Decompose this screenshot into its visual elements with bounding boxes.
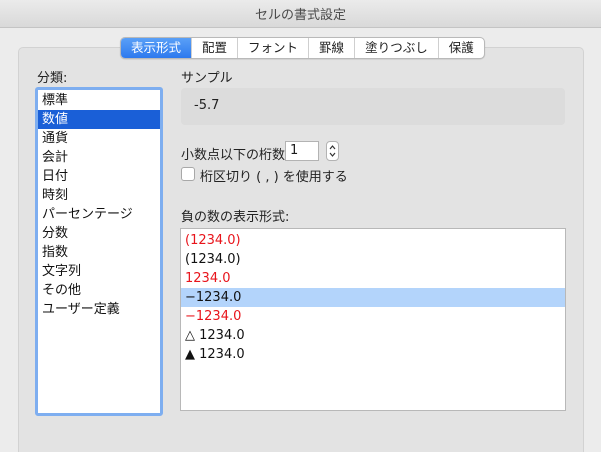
chevron-up-icon[interactable] — [329, 145, 336, 150]
chevron-down-icon[interactable] — [329, 152, 336, 157]
negative-format-label: 負の数の表示形式: — [181, 210, 290, 225]
negative-format-item[interactable]: △ 1234.0 — [181, 326, 565, 345]
sample-value: -5.7 — [194, 98, 220, 113]
negative-format-item-selected[interactable]: −1234.0 — [181, 288, 565, 307]
category-item-scientific[interactable]: 指数 — [38, 243, 160, 262]
thousands-separator-checkbox[interactable] — [181, 167, 195, 181]
tab-border[interactable]: 罫線 — [308, 38, 354, 58]
category-item-special[interactable]: その他 — [38, 281, 160, 300]
tab-font[interactable]: フォント — [237, 38, 308, 58]
decimal-places-label: 小数点以下の桁数: — [181, 148, 290, 163]
category-item-general[interactable]: 標準 — [38, 91, 160, 110]
tab-number-format[interactable]: 表示形式 — [121, 38, 192, 58]
decimal-places-stepper[interactable] — [326, 141, 339, 161]
category-item-number[interactable]: 数値 — [38, 110, 160, 129]
category-item-currency[interactable]: 通貨 — [38, 129, 160, 148]
tab-bar: 表示形式 配置 フォント 罫線 塗りつぶし 保護 — [120, 37, 485, 59]
title-bar: セルの書式設定 — [0, 0, 601, 28]
decimal-places-input[interactable]: 1 — [285, 141, 319, 161]
category-item-date[interactable]: 日付 — [38, 167, 160, 186]
category-item-time[interactable]: 時刻 — [38, 186, 160, 205]
category-item-accounting[interactable]: 会計 — [38, 148, 160, 167]
category-item-text[interactable]: 文字列 — [38, 262, 160, 281]
sample-label: サンプル — [181, 71, 233, 86]
category-label: 分類: — [37, 71, 68, 86]
window-title: セルの書式設定 — [254, 8, 346, 23]
negative-format-item[interactable]: ▲ 1234.0 — [181, 345, 565, 364]
category-item-custom[interactable]: ユーザー定義 — [38, 300, 160, 319]
negative-format-list[interactable]: (1234.0) (1234.0) 1234.0 −1234.0 −1234.0… — [180, 228, 566, 411]
sample-preview: -5.7 — [181, 88, 565, 125]
negative-format-item[interactable]: (1234.0) — [181, 250, 565, 269]
thousands-separator-label: 桁区切り ( , ) を使用する — [200, 170, 348, 185]
category-item-percentage[interactable]: パーセンテージ — [38, 205, 160, 224]
negative-format-item[interactable]: 1234.0 — [181, 269, 565, 288]
negative-format-item[interactable]: −1234.0 — [181, 307, 565, 326]
negative-format-item[interactable]: (1234.0) — [181, 231, 565, 250]
category-item-fraction[interactable]: 分数 — [38, 224, 160, 243]
tab-protection[interactable]: 保護 — [437, 38, 484, 58]
tab-fill[interactable]: 塗りつぶし — [354, 38, 438, 58]
category-list[interactable]: 標準 数値 通貨 会計 日付 時刻 パーセンテージ 分数 指数 文字列 その他 … — [35, 87, 163, 416]
tab-alignment[interactable]: 配置 — [191, 38, 237, 58]
